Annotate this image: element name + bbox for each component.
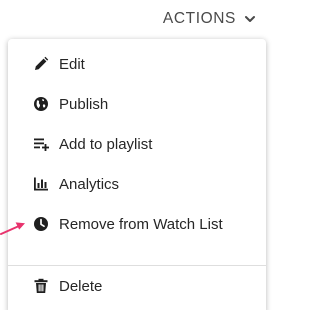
menu-item-remove-from-watch-list[interactable]: Remove from Watch List xyxy=(8,204,266,244)
playlist-add-icon xyxy=(33,136,49,152)
actions-label: ACTIONS xyxy=(162,10,236,27)
chevron-down-icon xyxy=(244,13,256,25)
menu-item-label: Analytics xyxy=(59,175,120,193)
menu-item-label: Delete xyxy=(59,277,103,295)
menu-item-delete[interactable]: Delete xyxy=(8,266,266,306)
menu-item-label: Publish xyxy=(59,95,109,113)
menu-item-publish[interactable]: Publish xyxy=(8,84,266,124)
pencil-icon xyxy=(33,56,49,72)
clock-icon xyxy=(33,216,49,232)
menu-item-edit[interactable]: Edit xyxy=(8,44,266,84)
actions-dropdown-trigger[interactable]: ACTIONS xyxy=(163,8,256,30)
menu-item-label: Edit xyxy=(59,55,85,73)
menu-item-analytics[interactable]: Analytics xyxy=(8,164,266,204)
menu-item-add-to-playlist[interactable]: Add to playlist xyxy=(8,124,266,164)
menu-item-label: Remove from Watch List xyxy=(59,215,223,233)
trash-icon xyxy=(33,278,49,294)
bar-chart-icon xyxy=(33,176,49,192)
globe-icon xyxy=(33,96,49,112)
menu-item-label: Add to playlist xyxy=(59,135,153,153)
actions-menu: Edit Publish Add to playlist Analytics R… xyxy=(8,39,266,310)
